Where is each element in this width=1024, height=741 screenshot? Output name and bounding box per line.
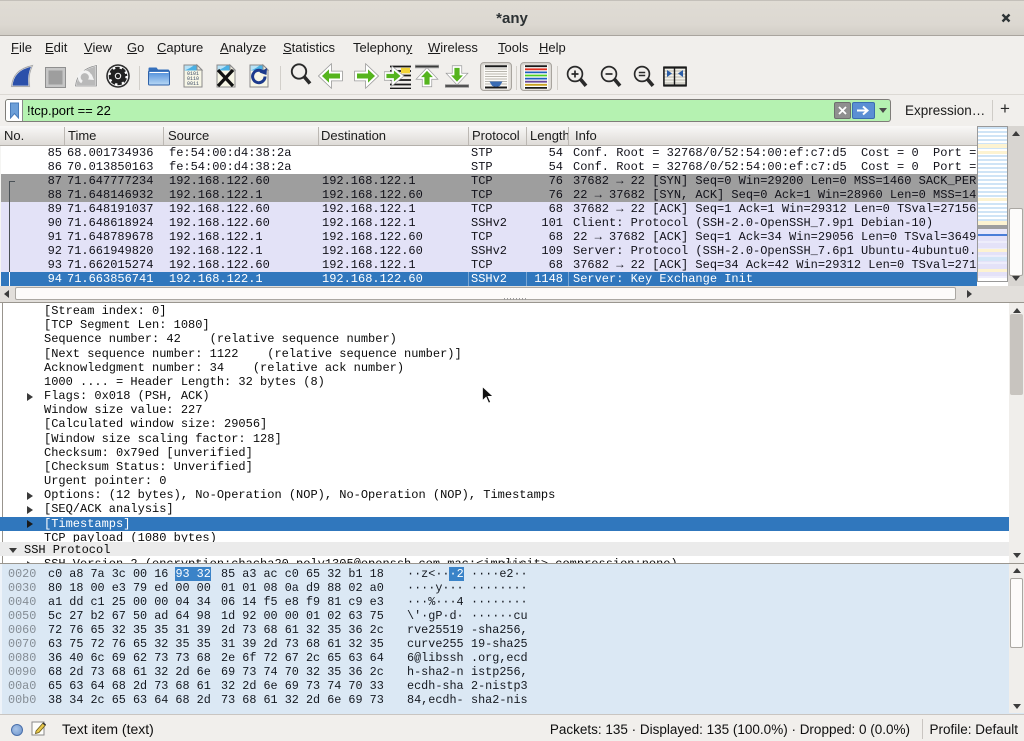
svg-text:0011: 0011 [187, 81, 199, 87]
